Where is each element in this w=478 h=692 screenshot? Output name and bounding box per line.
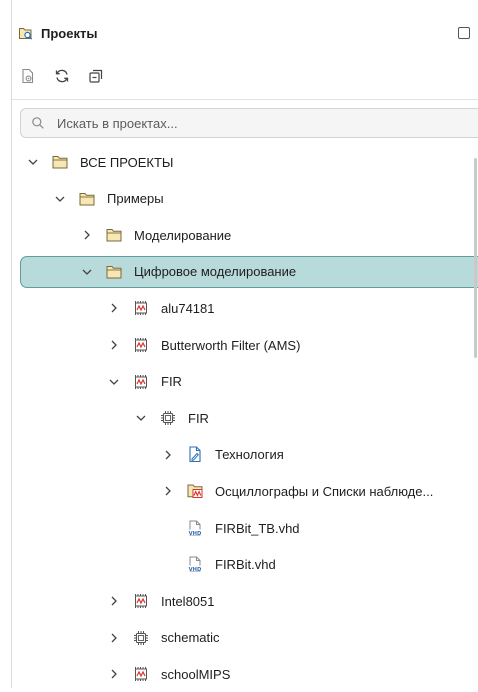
tree-item[interactable]: FIR bbox=[0, 364, 478, 400]
tree-item[interactable]: FIR bbox=[0, 400, 478, 436]
chevron-right-icon[interactable] bbox=[108, 668, 120, 680]
tree-item-label: Технология bbox=[215, 447, 284, 463]
tree-item[interactable]: VHD FIRBit_TB.vhd bbox=[0, 510, 478, 546]
chevron-down-icon[interactable] bbox=[108, 376, 120, 388]
tree-item-label: FIRBit.vhd bbox=[215, 557, 276, 573]
chevron-right-icon[interactable] bbox=[108, 595, 120, 607]
panel-header: Проекты bbox=[18, 22, 478, 44]
tree-item[interactable]: Моделирование bbox=[0, 217, 478, 253]
tree-item-label: FIR bbox=[161, 374, 182, 390]
tree-item-label: Моделирование bbox=[134, 227, 232, 243]
tree-item[interactable]: Intel8051 bbox=[0, 583, 478, 619]
waveform-chip-icon bbox=[132, 665, 150, 683]
collapse-all-button[interactable] bbox=[86, 66, 106, 86]
search-box[interactable] bbox=[20, 108, 478, 138]
tree-item-label: alu74181 bbox=[161, 300, 215, 316]
folder-icon bbox=[105, 263, 123, 281]
folder-icon bbox=[78, 190, 96, 208]
waveform-folder-icon bbox=[186, 482, 204, 500]
tree-item-label: schematic bbox=[161, 630, 220, 646]
tree-item[interactable]: ВСЕ ПРОЕКТЫ bbox=[0, 144, 478, 180]
tree-item-label: FIRBit_TB.vhd bbox=[215, 520, 300, 536]
document-gear-icon bbox=[22, 68, 34, 84]
svg-text:VHD: VHD bbox=[189, 567, 202, 573]
chevron-down-icon[interactable] bbox=[135, 412, 147, 424]
panel-toolbar bbox=[18, 64, 106, 88]
chevron-down-icon[interactable] bbox=[27, 156, 39, 168]
search-icon bbox=[31, 116, 45, 130]
panel-title: Проекты bbox=[41, 25, 98, 41]
waveform-chip-icon bbox=[132, 299, 150, 317]
tree-item[interactable]: Цифровое моделирование bbox=[0, 254, 478, 290]
new-project-button[interactable] bbox=[18, 66, 38, 86]
search-input[interactable] bbox=[57, 115, 437, 131]
folder-icon bbox=[51, 153, 69, 171]
chip-icon bbox=[132, 629, 150, 647]
tree-item[interactable]: Примеры bbox=[0, 181, 478, 217]
tree-item[interactable]: schematic bbox=[0, 620, 478, 656]
chevron-down-icon[interactable] bbox=[81, 266, 93, 278]
svg-text:VHD: VHD bbox=[189, 531, 202, 537]
chevron-right-icon[interactable] bbox=[162, 449, 174, 461]
tree-item-label: FIR bbox=[188, 410, 209, 426]
refresh-icon bbox=[55, 69, 69, 83]
chevron-right-icon[interactable] bbox=[162, 485, 174, 497]
vhd-file-icon: VHD bbox=[186, 519, 204, 537]
tree-item-label: Intel8051 bbox=[161, 593, 215, 609]
tree-item-label: Butterworth Filter (AMS) bbox=[161, 337, 301, 353]
refresh-button[interactable] bbox=[52, 66, 72, 86]
tree-item[interactable]: Технология bbox=[0, 437, 478, 473]
waveform-chip-icon bbox=[132, 336, 150, 354]
folder-icon bbox=[105, 226, 123, 244]
collapse-all-icon bbox=[89, 69, 103, 83]
tree-item-label: Цифровое моделирование bbox=[134, 264, 297, 280]
document-icon bbox=[186, 446, 204, 464]
chevron-right-icon[interactable] bbox=[108, 339, 120, 351]
chevron-right-icon[interactable] bbox=[108, 302, 120, 314]
tree-item[interactable]: schoolMIPS bbox=[0, 656, 478, 692]
tree-item[interactable]: Осциллографы и Списки наблюде... bbox=[0, 473, 478, 509]
tree-item[interactable]: VHD FIRBit.vhd bbox=[0, 547, 478, 583]
tree-item-label: Примеры bbox=[107, 191, 164, 207]
maximize-button[interactable] bbox=[458, 27, 470, 39]
waveform-chip-icon bbox=[132, 592, 150, 610]
toolbar-divider bbox=[12, 99, 478, 100]
tree-item-label: ВСЕ ПРОЕКТЫ bbox=[80, 154, 174, 170]
chevron-right-icon[interactable] bbox=[81, 229, 93, 241]
chip-icon bbox=[159, 409, 177, 427]
tree-item[interactable]: alu74181 bbox=[0, 290, 478, 326]
tree-item-label: Осциллографы и Списки наблюде... bbox=[215, 483, 434, 499]
chevron-down-icon[interactable] bbox=[54, 193, 66, 205]
tree-item-label: schoolMIPS bbox=[161, 666, 231, 682]
tree-item[interactable]: Butterworth Filter (AMS) bbox=[0, 327, 478, 363]
chevron-right-icon[interactable] bbox=[108, 632, 120, 644]
waveform-chip-icon bbox=[132, 373, 150, 391]
projects-icon bbox=[18, 25, 34, 41]
vertical-scrollbar[interactable] bbox=[474, 158, 477, 358]
vhd-file-icon: VHD bbox=[186, 556, 204, 574]
